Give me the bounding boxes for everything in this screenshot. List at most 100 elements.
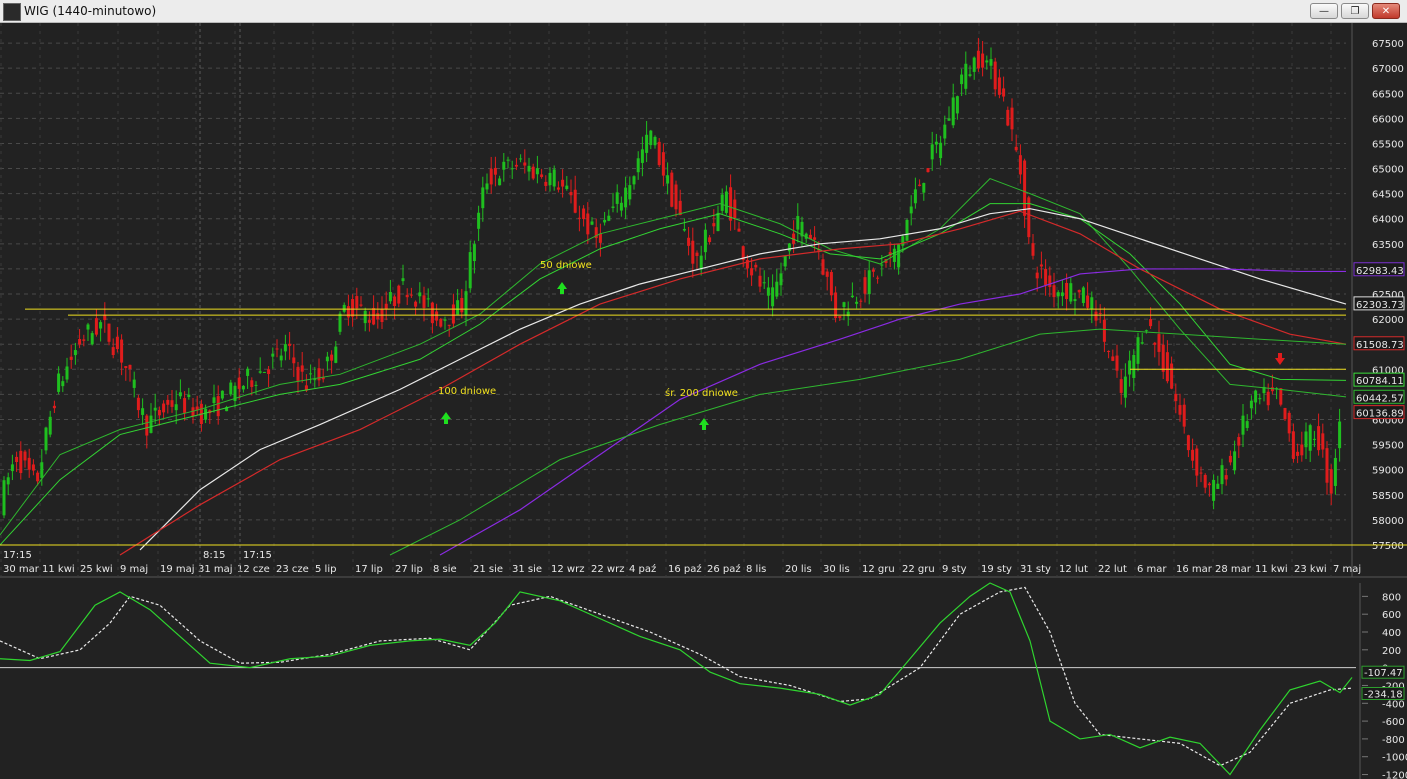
candle-up [401, 278, 405, 282]
candle-up [632, 176, 636, 185]
candle-down [78, 338, 82, 345]
restore-button[interactable]: ❐ [1341, 3, 1369, 19]
candle-down [1224, 475, 1228, 480]
osc-axis-label: -1000 [1382, 753, 1407, 764]
date-axis-label: 22 gru [902, 564, 935, 575]
candle-down [107, 323, 111, 342]
date-axis-label: 30 mar [3, 564, 40, 575]
candle-up [968, 74, 972, 76]
minimize-button[interactable]: — [1310, 3, 1338, 19]
candle-up [964, 63, 968, 89]
ma50-annotation: 50 dniowe [540, 260, 592, 271]
candle-up [481, 187, 485, 209]
date-axis-label: 30 lis [823, 564, 850, 575]
candle-down [275, 348, 279, 350]
candle-down [27, 457, 31, 470]
candle-up [61, 381, 65, 387]
price-badge-value: 60442.57 [1356, 393, 1404, 404]
candle-up [204, 408, 208, 420]
date-axis-label: 19 sty [981, 564, 1012, 575]
window-title: WIG (1440-minutowo) [24, 4, 157, 18]
candle-down [1010, 107, 1014, 130]
candle-down [1035, 272, 1039, 279]
candle-down [1170, 363, 1174, 389]
date-axis-label: 26 paź [707, 563, 741, 575]
candle-down [708, 237, 712, 243]
candle-down [993, 61, 997, 90]
osc-axis-label: 600 [1382, 610, 1401, 621]
candle-down [1174, 393, 1178, 402]
candle-up [6, 477, 10, 485]
date-axis-label: 12 cze [237, 564, 270, 575]
candle-down [250, 380, 254, 387]
candle-up [313, 379, 317, 381]
candle-up [510, 168, 514, 170]
candle-up [174, 404, 178, 411]
candle-up [867, 270, 871, 295]
candle-up [262, 371, 266, 373]
candle-down [737, 228, 741, 232]
candle-up [443, 319, 447, 321]
candle-down [346, 306, 350, 318]
candle-up [132, 379, 136, 388]
candle-down [1065, 282, 1069, 300]
candle-down [1039, 264, 1043, 267]
candle-down [661, 152, 665, 176]
candle-down [82, 339, 86, 341]
candle-down [523, 162, 527, 166]
candle-up [552, 169, 556, 187]
price-axis-label: 63500 [1372, 240, 1404, 251]
candle-down [514, 164, 518, 167]
candle-down [1325, 448, 1329, 483]
candle-down [124, 366, 128, 369]
date-axis-label: 17 lip [355, 564, 383, 575]
candle-down [976, 50, 980, 69]
candle-up [989, 59, 993, 66]
date-axis-label: 12 wrz [551, 564, 584, 575]
candle-down [1111, 356, 1115, 361]
candle-up [388, 292, 392, 302]
candle-up [468, 252, 472, 289]
date-axis-label: 16 mar [1176, 564, 1213, 575]
candle-down [1107, 350, 1111, 352]
candle-down [1186, 435, 1190, 451]
candle-down [1283, 408, 1287, 420]
candle-up [502, 161, 506, 170]
candle-up [1308, 425, 1312, 451]
candle-down [926, 168, 930, 173]
candle-up [716, 212, 720, 232]
candle-down [573, 189, 577, 213]
candle-down [19, 450, 23, 474]
candle-down [1317, 426, 1321, 451]
candle-up [498, 178, 502, 186]
candle-up [720, 194, 724, 211]
candle-down [1178, 405, 1182, 415]
price-badge-value: 60784.11 [1356, 376, 1404, 387]
up-arrow-icon [441, 412, 451, 424]
candle-down [712, 223, 716, 227]
candle-down [1279, 388, 1283, 405]
candle-up [1254, 390, 1258, 403]
osc-badge-value: -107.47 [1364, 668, 1403, 679]
candle-down [674, 184, 678, 210]
candle-up [90, 333, 94, 345]
candle-down [170, 400, 174, 407]
candle-up [44, 427, 48, 451]
date-axis-label: 23 cze [276, 564, 309, 575]
candle-down [1094, 311, 1098, 321]
candle-up [548, 172, 552, 186]
ma200-annotation: śr. 200 dniowe [665, 387, 738, 399]
candle-down [561, 179, 565, 187]
candle-up [955, 96, 959, 114]
candle-up [1249, 400, 1253, 409]
close-button[interactable]: ✕ [1372, 3, 1400, 19]
chart-canvas[interactable]: 67500 67000 66500 66000 65500 65000 64500 64000… [0, 23, 1407, 779]
chart-area[interactable]: 67500 67000 66500 66000 65500 65000 64500 64000… [0, 23, 1407, 779]
candle-up [611, 206, 615, 208]
date-axis-label: 6 mar [1137, 564, 1167, 575]
date-axis-label: 19 maj [160, 564, 195, 575]
price-axis-label: 62000 [1372, 315, 1404, 326]
candle-down [544, 181, 548, 186]
candle-down [69, 356, 73, 360]
candle-down [128, 364, 132, 369]
